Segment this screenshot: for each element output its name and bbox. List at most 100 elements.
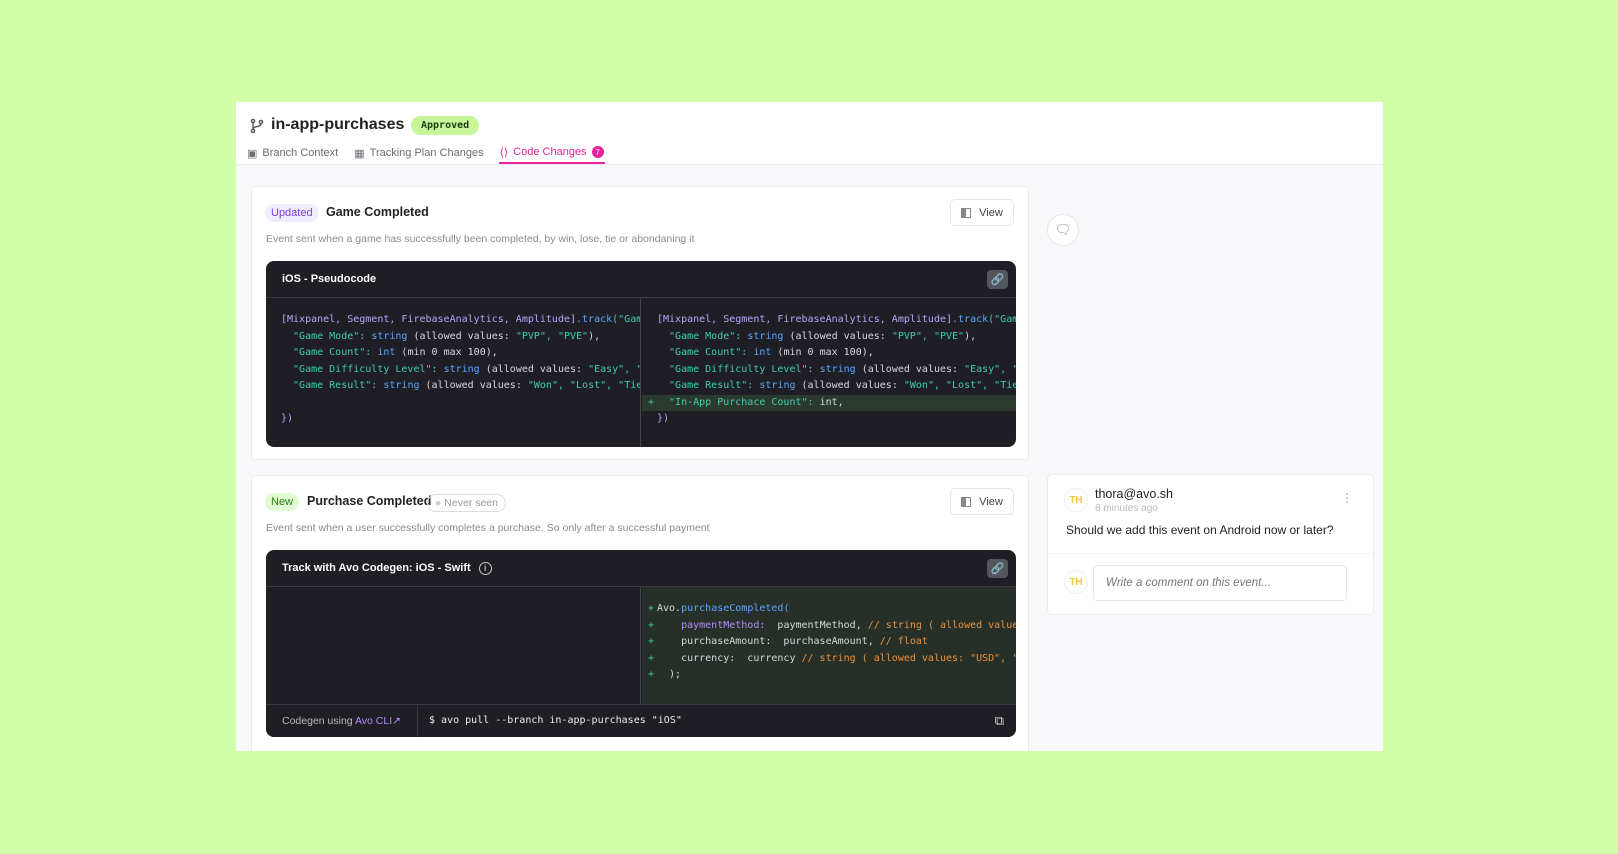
code-line: "Game Difficulty Level": string (allowed…: [266, 362, 640, 378]
diff-added-marker: +: [648, 603, 655, 614]
event-name: Game Completed: [326, 205, 429, 219]
my-avatar: TH: [1064, 570, 1088, 594]
code-token: string: [819, 363, 862, 375]
event-card-purchase-completed: New Purchase Completed ● Never seen Even…: [251, 475, 1029, 751]
code-token: string: [371, 330, 414, 342]
code-line: "Game Result": string (allowed values: "…: [642, 378, 1016, 394]
view-label: View: [979, 206, 1003, 219]
code-block: Track with Avo Codegen: iOS - Swift i 🔗 + A…: [266, 550, 1016, 737]
code-block: iOS - Pseudocode 🔗 [Mixpanel, Segment, Fi…: [266, 261, 1016, 447]
code-line: }): [266, 411, 640, 427]
code-token: (allowed values:: [485, 363, 589, 375]
code-token: string: [443, 363, 486, 375]
code-line: + currency: currency // string ( allowed…: [642, 651, 1016, 667]
event-card-game-completed: Updated Game Completed Event sent when a…: [251, 186, 1029, 460]
code-line: + paymentMethod: paymentMethod, // strin…: [642, 618, 1016, 634]
code-token: string: [747, 330, 790, 342]
copy-link-button[interactable]: 🔗: [987, 270, 1008, 289]
code-token: (min 0 max 100),: [401, 347, 498, 358]
diff-added-marker: +: [648, 652, 655, 664]
code-token: paymentMethod:: [657, 619, 778, 631]
view-button[interactable]: View: [950, 488, 1014, 515]
code-line: [Mixpanel, Segment, FirebaseAnalytics, A…: [266, 312, 640, 328]
code-token: ),: [964, 330, 977, 342]
code-after-pane: [Mixpanel, Segment, FirebaseAnalytics, A…: [642, 298, 1016, 447]
codegen-footer: Codegen using Avo CLI↗ $ avo pull --bran…: [266, 704, 1016, 737]
codegen-prefix: Codegen using: [282, 715, 355, 727]
code-token: "Game Count":: [657, 347, 754, 358]
code-token: "Easy", "Medium", "Hard": [964, 363, 1016, 375]
code-token: ("Game Completed",: [988, 314, 1016, 325]
header: in-app-purchases Approved ▣ Branch Contex…: [236, 102, 1383, 165]
code-token: "In-App Purchace Count":: [657, 396, 820, 408]
add-comment-button[interactable]: 🗨: [1047, 214, 1079, 246]
code-token: ),: [588, 330, 601, 342]
code-token: // string ( allowed values: "Apple Pay",…: [867, 619, 1016, 631]
code-line: [Mixpanel, Segment, FirebaseAnalytics, A…: [642, 312, 1016, 328]
code-line: + "In-App Purchace Count": int,: [642, 394, 1016, 411]
code-token: // float: [879, 636, 928, 647]
code-token: "PVP", "PVE": [515, 330, 589, 342]
diff-added-marker: +: [648, 396, 655, 408]
tab-branch-context[interactable]: ▣ Branch Context: [246, 142, 339, 164]
code-token: "Easy", "Medium", "Hard": [588, 363, 640, 375]
diff-added-marker: +: [648, 669, 655, 680]
code-title: Track with Avo Codegen: iOS - Swift: [282, 562, 471, 574]
code-token: );: [657, 669, 682, 680]
tab-label: Tracking Plan Changes: [369, 147, 484, 159]
view-label: View: [979, 495, 1003, 508]
code-token: [Mixpanel, Segment, FirebaseAnalytics, A…: [657, 314, 953, 325]
code-before-pane: [Mixpanel, Segment, FirebaseAnalytics, A…: [266, 298, 641, 447]
event-description: Event sent when a game has successfully …: [266, 233, 695, 245]
tab-tracking-plan-changes[interactable]: ▦ Tracking Plan Changes: [353, 142, 484, 164]
diff-added-marker: +: [648, 636, 655, 647]
cli-command: $ avo pull --branch in-app-purchases "iO…: [429, 715, 682, 726]
code-token: (allowed values:: [413, 330, 516, 342]
code-line: "Game Mode": string (allowed values: "PV…: [642, 329, 1016, 345]
updated-badge: Updated: [265, 204, 319, 222]
more-options-icon[interactable]: ⋮: [1341, 491, 1353, 505]
code-line: "Game Difficulty Level": string (allowed…: [642, 362, 1016, 378]
code-token: (allowed values:: [789, 330, 892, 342]
copy-icon[interactable]: ⧉: [995, 713, 1004, 729]
view-button[interactable]: View: [950, 199, 1014, 226]
event-description: Event sent when a user successfully comp…: [266, 522, 710, 534]
code-line: + );: [642, 667, 1016, 683]
tab-code-changes[interactable]: ⟨⟩ Code Changes 7: [498, 142, 605, 164]
sidebar-icon: [961, 207, 972, 218]
code-token: purchaseAmount: purchaseAmount,: [657, 636, 880, 647]
comment-time: 8 minutes ago: [1095, 503, 1158, 514]
comment-input[interactable]: [1093, 565, 1347, 601]
status-badge: Approved: [411, 116, 480, 135]
code-token: .track: [576, 314, 613, 325]
code-token: Avo.: [657, 603, 682, 614]
code-token: (allowed values:: [861, 363, 965, 375]
link-icon: 🔗: [990, 274, 1005, 286]
info-icon[interactable]: i: [478, 561, 492, 575]
code-token: ("Game Completed",: [612, 314, 640, 325]
copy-link-button[interactable]: 🔗: [987, 559, 1008, 578]
code-token: }): [281, 413, 294, 424]
code-token: (min 0 max 100),: [777, 347, 874, 358]
code-token: // string ( allowed values: "USD", "EUR"…: [801, 652, 1017, 664]
code-token: string: [383, 380, 426, 391]
branch-title: in-app-purchases: [271, 116, 405, 133]
code-token: "Won", "Lost", "Tie", "Forfeit": [527, 380, 640, 391]
code-line: + Avo.purchaseCompleted(: [642, 601, 1016, 617]
code-token: .track: [952, 314, 989, 325]
code-before-pane: [266, 587, 641, 704]
git-branch-icon: [250, 118, 264, 134]
seen-label: Never seen: [444, 497, 498, 509]
code-token: (allowed values:: [801, 380, 904, 391]
code-token: "Won", "Lost", "Tie", "Forfeit": [903, 380, 1016, 391]
code-token: (allowed values:: [425, 380, 528, 391]
code-token: "Game Difficulty Level":: [657, 363, 820, 375]
branch-review-window: in-app-purchases Approved ▣ Branch Contex…: [236, 102, 1383, 751]
code-line: }): [642, 411, 1016, 427]
count-badge: 7: [591, 146, 604, 158]
new-badge: New: [265, 493, 300, 511]
code-token: purchaseCompleted(: [681, 603, 790, 614]
avo-cli-link[interactable]: Avo CLI↗: [355, 715, 401, 727]
code-token: "Game Difficulty Level":: [281, 363, 444, 375]
